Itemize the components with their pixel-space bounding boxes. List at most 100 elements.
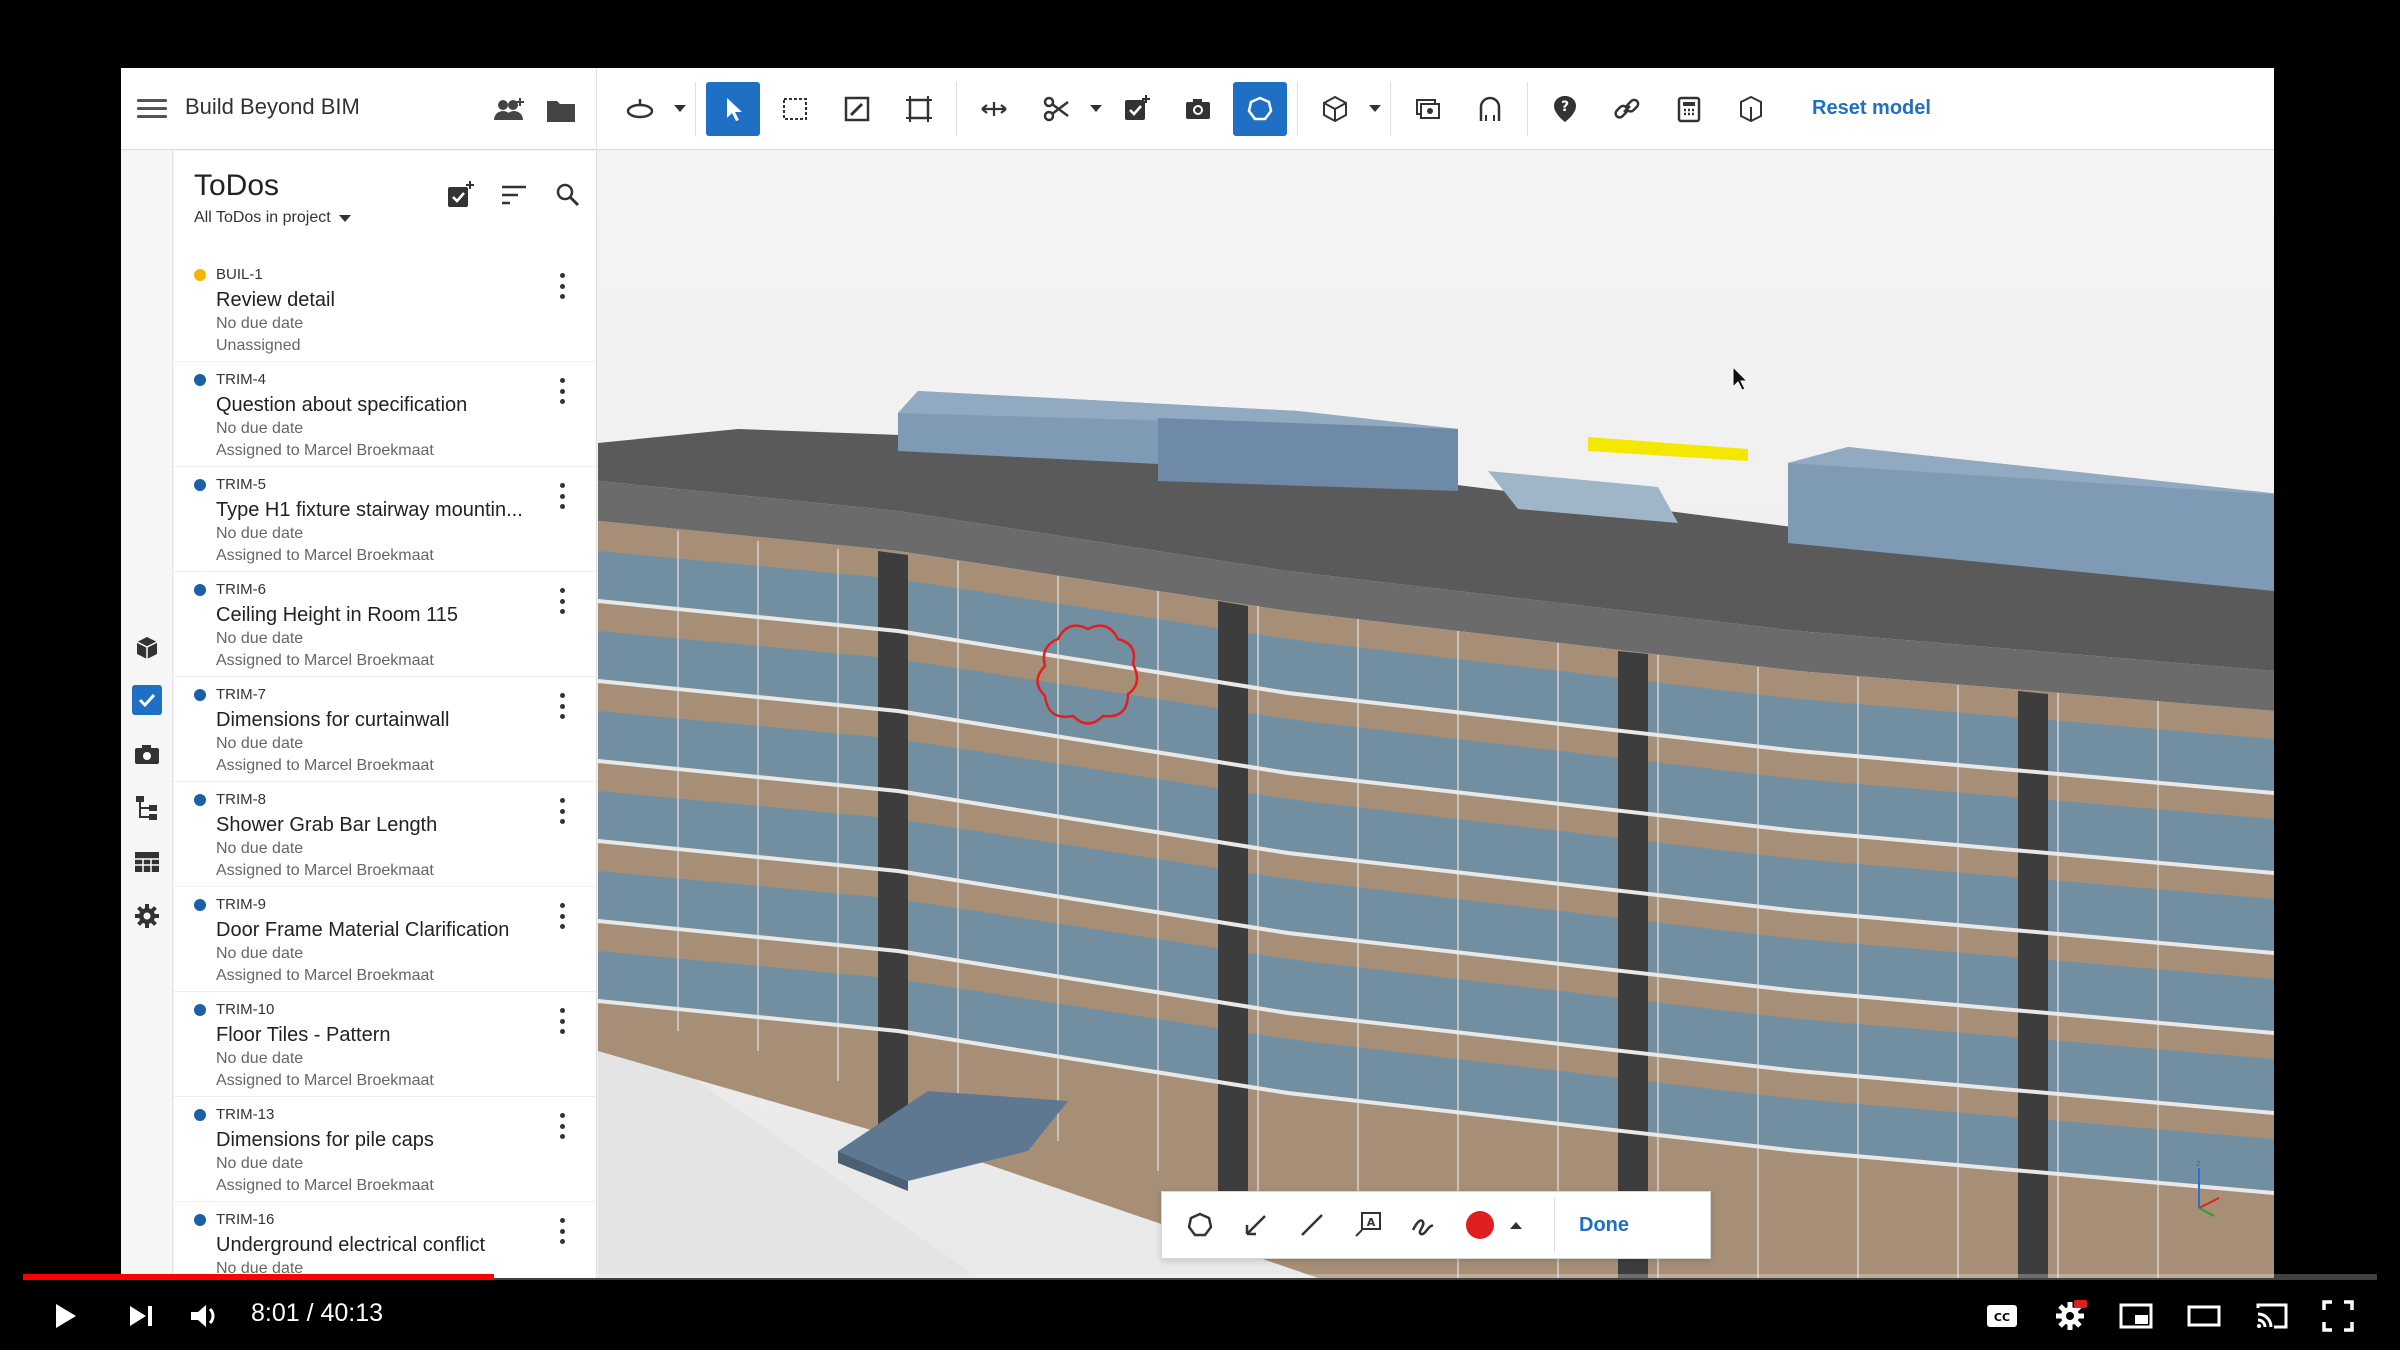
ghost-icon[interactable] [1463, 82, 1517, 136]
3d-viewport[interactable]: z A Done [598, 151, 2274, 1278]
todo-item[interactable]: TRIM-13 Dimensions for pile caps No due … [174, 1097, 596, 1202]
more-options-icon[interactable] [557, 798, 567, 824]
search-icon[interactable] [550, 177, 586, 213]
views-camera-icon[interactable] [132, 739, 162, 769]
todos-check-icon[interactable] [132, 685, 162, 715]
todo-title: Type H1 fixture stairway mountin... [216, 499, 523, 521]
play-icon[interactable] [40, 1292, 88, 1340]
add-users-icon[interactable] [491, 92, 527, 128]
reset-model-button[interactable]: Reset model [1812, 97, 1931, 120]
side-nav [121, 151, 173, 1278]
help-icon[interactable]: ? [1538, 82, 1592, 136]
miniplayer-icon[interactable] [2112, 1292, 2160, 1340]
mouse-cursor-icon [1732, 365, 1749, 395]
todo-id: TRIM-5 [216, 476, 266, 493]
new-todo-icon[interactable] [442, 177, 478, 213]
theater-mode-icon[interactable] [2180, 1292, 2228, 1340]
todo-item[interactable]: TRIM-9 Door Frame Material Clarification… [174, 887, 596, 992]
folder-icon[interactable] [543, 92, 579, 128]
section-box-icon[interactable] [892, 82, 946, 136]
todo-title: Dimensions for curtainwall [216, 709, 450, 731]
todo-item[interactable]: TRIM-5 Type H1 fixture stairway mountin.… [174, 467, 596, 572]
markup-edit-icon[interactable] [830, 82, 884, 136]
freehand-tool-icon[interactable] [1396, 1197, 1452, 1253]
todo-assignee: Assigned to Marcel Broekmaat [216, 547, 434, 564]
todo-list: BUIL-1 Review detail No due date Unassig… [174, 257, 596, 1278]
todo-item[interactable]: TRIM-7 Dimensions for curtainwall No due… [174, 677, 596, 782]
markup-cloud-icon[interactable] [1233, 81, 1287, 136]
cube-view-icon[interactable] [1308, 82, 1362, 136]
color-swatch [1466, 1211, 1494, 1239]
building-model[interactable] [598, 151, 2274, 1278]
todo-filter-dropdown[interactable]: All ToDos in project [194, 209, 351, 227]
sort-icon[interactable] [496, 177, 532, 213]
todo-assignee: Assigned to Marcel Broekmaat [216, 967, 434, 984]
models-cube-icon[interactable] [132, 633, 162, 663]
clip-scissors-icon[interactable] [1029, 82, 1083, 136]
measure-icon[interactable] [967, 82, 1021, 136]
todo-item[interactable]: TRIM-6 Ceiling Height in Room 115 No due… [174, 572, 596, 677]
calculator-icon[interactable] [1662, 82, 1716, 136]
more-options-icon[interactable] [557, 588, 567, 614]
todo-assignee: Unassigned [216, 337, 301, 354]
video-progress-bar[interactable] [23, 1274, 2377, 1280]
todo-title: Floor Tiles - Pattern [216, 1024, 391, 1046]
cube-view-dropdown-chevron-icon[interactable] [1366, 82, 1384, 136]
link-icon[interactable] [1600, 82, 1654, 136]
todo-status-dot [194, 1109, 206, 1121]
fullscreen-icon[interactable] [2314, 1292, 2362, 1340]
app-header: Build Beyond BIM [121, 68, 597, 150]
cast-icon[interactable] [2248, 1292, 2296, 1340]
menu-icon[interactable] [137, 94, 167, 124]
layers-icon[interactable] [1401, 82, 1455, 136]
markup-color-picker[interactable] [1452, 1197, 1508, 1253]
axis-gizmo-icon[interactable]: z [2174, 1158, 2224, 1218]
panel-title: ToDos [194, 169, 280, 202]
more-options-icon[interactable] [557, 1113, 567, 1139]
orbit-icon[interactable] [613, 82, 667, 136]
todo-due-date: No due date [216, 315, 304, 332]
settings-gear-icon[interactable] [2046, 1292, 2094, 1340]
settings-gear-icon[interactable] [132, 901, 162, 931]
video-controls: 8:01 / 40:13 CC [0, 1282, 2400, 1350]
more-options-icon[interactable] [557, 693, 567, 719]
todo-item[interactable]: TRIM-8 Shower Grab Bar Length No due dat… [174, 782, 596, 887]
todo-item[interactable]: BUIL-1 Review detail No due date Unassig… [174, 257, 596, 362]
more-options-icon[interactable] [557, 273, 567, 299]
todo-assignee: Assigned to Marcel Broekmaat [216, 652, 434, 669]
todo-title: Review detail [216, 289, 335, 311]
arrow-tool-icon[interactable] [1228, 1197, 1284, 1253]
todo-item[interactable]: TRIM-4 Question about specification No d… [174, 362, 596, 467]
more-options-icon[interactable] [557, 903, 567, 929]
line-tool-icon[interactable] [1284, 1197, 1340, 1253]
more-options-icon[interactable] [557, 483, 567, 509]
done-button[interactable]: Done [1554, 1197, 1629, 1253]
table-icon[interactable] [132, 847, 162, 877]
bim-app: Build Beyond BIM ? Reset model ToDos All… [121, 68, 2274, 1278]
captions-icon[interactable]: CC [1978, 1292, 2026, 1340]
video-time: 8:01 / 40:13 [251, 1299, 384, 1327]
color-dropdown-chevron-icon[interactable] [1508, 1197, 1524, 1253]
tree-icon[interactable] [132, 793, 162, 823]
orbit-dropdown-chevron-icon[interactable] [671, 82, 689, 136]
more-options-icon[interactable] [557, 378, 567, 404]
object-icon[interactable] [1724, 82, 1778, 136]
todo-item[interactable]: TRIM-16 Underground electrical conflict … [174, 1202, 596, 1278]
todo-item[interactable]: TRIM-10 Floor Tiles - Pattern No due dat… [174, 992, 596, 1097]
select-arrow-icon[interactable] [706, 81, 760, 136]
svg-text:A: A [1367, 1216, 1376, 1229]
box-select-icon[interactable] [768, 82, 822, 136]
clip-dropdown-chevron-icon[interactable] [1087, 82, 1105, 136]
text-tool-icon[interactable]: A [1340, 1197, 1396, 1253]
todo-status-dot [194, 584, 206, 596]
next-icon[interactable] [116, 1292, 164, 1340]
more-options-icon[interactable] [557, 1008, 567, 1034]
volume-icon[interactable] [180, 1292, 228, 1340]
more-options-icon[interactable] [557, 1218, 567, 1244]
todos-panel: ToDos All ToDos in project BUIL-1 Review… [174, 151, 597, 1278]
todo-due-date: No due date [216, 525, 304, 542]
camera-icon[interactable] [1171, 82, 1225, 136]
add-todo-icon[interactable] [1109, 82, 1163, 136]
cloud-shape-icon[interactable] [1172, 1197, 1228, 1253]
todo-assignee: Assigned to Marcel Broekmaat [216, 1072, 434, 1089]
